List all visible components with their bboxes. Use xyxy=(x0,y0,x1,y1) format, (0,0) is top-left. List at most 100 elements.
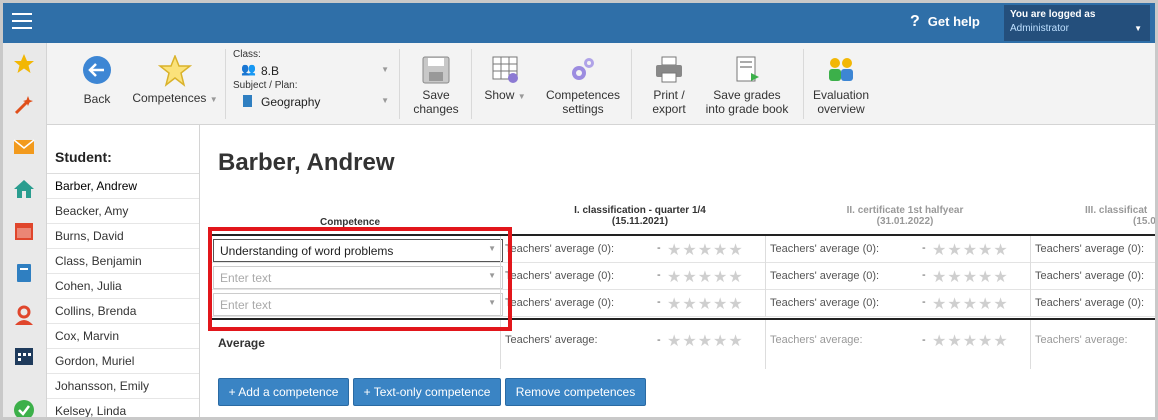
save-grades-button[interactable]: Save grades into grade book xyxy=(701,55,793,116)
grid-icon xyxy=(492,56,518,83)
teacher-average-label: Teachers' average (0): xyxy=(770,297,880,309)
competences-button[interactable]: Competences ▼ xyxy=(131,53,219,107)
star-outline-icon xyxy=(157,53,193,87)
mail-icon[interactable] xyxy=(13,136,35,158)
evaluation-label-1: Evaluation xyxy=(812,88,870,102)
print-label-1: Print / xyxy=(653,88,685,102)
subject-label: Subject / Plan: xyxy=(233,80,298,91)
col2-header-line1: II. certificate 1st halfyear xyxy=(846,205,964,216)
grade-dash: - xyxy=(657,242,661,254)
grade-cell[interactable]: Teachers' average (0): xyxy=(1030,236,1155,263)
col1-header-line1: I. classification - quarter 1/4 xyxy=(574,205,706,216)
print-label-2: export xyxy=(652,102,686,116)
grade-cell[interactable]: Teachers' average (0): xyxy=(1030,263,1155,290)
col3-header: III. classificat (15.0 xyxy=(1085,205,1155,227)
student-list-item[interactable]: Barber, Andrew xyxy=(47,174,199,199)
save-label-2: changes xyxy=(413,102,459,116)
gears-icon xyxy=(572,58,594,80)
star-rating[interactable]: ★★★★★ xyxy=(932,240,1009,260)
calendar-icon[interactable] xyxy=(13,220,35,242)
student-panel: Student: Barber, Andrew Beacker, Amy Burns… xyxy=(47,125,200,417)
back-button[interactable]: Back xyxy=(76,55,118,106)
show-button[interactable]: Show ▼ xyxy=(479,55,531,104)
grade-dash: - xyxy=(657,269,661,281)
student-list-item[interactable]: Collins, Brenda xyxy=(47,299,199,324)
student-list-item[interactable]: Gordon, Muriel xyxy=(47,349,199,374)
magic-wand-icon[interactable] xyxy=(13,94,35,116)
star-rating[interactable]: ★★★★★ xyxy=(667,267,744,287)
teacher-average-label: Teachers' average (0): xyxy=(770,270,880,282)
save-icon xyxy=(422,56,450,84)
competences-settings-button[interactable]: Competences settings xyxy=(543,55,623,116)
chevron-down-icon: ▼ xyxy=(209,95,218,104)
person-icon[interactable] xyxy=(13,304,35,326)
evaluation-overview-button[interactable]: Evaluation overview xyxy=(809,55,873,116)
home-icon[interactable] xyxy=(13,178,35,200)
average-stars: ★★★★★ xyxy=(932,333,1009,350)
get-help-link[interactable]: ? Get help xyxy=(910,13,980,31)
print-export-button[interactable]: Print / export xyxy=(641,55,697,116)
star-rating[interactable]: ★★★★★ xyxy=(667,294,744,314)
class-select[interactable]: 👥 8.B ▼ xyxy=(233,61,393,79)
back-arrow-icon xyxy=(83,56,111,84)
grade-cell[interactable]: Teachers' average (0): - ★★★★★ xyxy=(765,236,1030,263)
class-icon: 👥 xyxy=(241,62,256,76)
printer-icon xyxy=(656,56,682,83)
chevron-down-icon: ▼ xyxy=(381,96,389,105)
grade-cell[interactable]: Teachers' average (0): - ★★★★★ xyxy=(500,290,765,317)
timetable-icon[interactable] xyxy=(13,345,35,367)
col2-header: II. certificate 1st halfyear (31.01.2022) xyxy=(775,205,1035,227)
teacher-average-label: Teachers' average (0): xyxy=(770,243,880,255)
get-help-label: Get help xyxy=(927,14,980,29)
grade-dash: - xyxy=(922,296,926,308)
menu-icon[interactable] xyxy=(12,13,32,29)
student-list: Barber, Andrew Beacker, Amy Burns, David Cl… xyxy=(47,174,199,417)
book-icon xyxy=(243,95,252,107)
col2-header-line2: (31.01.2022) xyxy=(876,216,934,227)
star-icon[interactable] xyxy=(13,53,35,75)
average-teacher-label: Teachers' average: xyxy=(1035,334,1128,346)
student-list-item[interactable]: Beacker, Amy xyxy=(47,199,199,224)
grade-cell[interactable]: Teachers' average (0): - ★★★★★ xyxy=(500,263,765,290)
student-list-item[interactable]: Johansson, Emily xyxy=(47,374,199,399)
chevron-down-icon: ▼ xyxy=(1134,24,1142,33)
teacher-average-label: Teachers' average (0): xyxy=(1035,243,1145,255)
teacher-average-label: Teachers' average (0): xyxy=(505,297,615,309)
save-changes-button[interactable]: Save changes xyxy=(407,55,465,116)
student-list-item[interactable]: Burns, David xyxy=(47,224,199,249)
average-teacher-label: Teachers' average: xyxy=(770,334,863,346)
grade-cell[interactable]: Teachers' average (0): xyxy=(1030,290,1155,317)
average-cell: Teachers' average: xyxy=(1030,320,1155,369)
subject-select[interactable]: Geography ▼ xyxy=(233,92,393,110)
class-selector-group: Class: 👥 8.B ▼ Subject / Plan: Geography… xyxy=(233,49,393,110)
check-icon[interactable] xyxy=(13,399,35,420)
star-rating[interactable]: ★★★★★ xyxy=(932,267,1009,287)
star-rating[interactable]: ★★★★★ xyxy=(932,294,1009,314)
teacher-average-label: Teachers' average (0): xyxy=(1035,297,1145,309)
class-label: Class: xyxy=(233,49,261,60)
student-list-item[interactable]: Cohen, Julia xyxy=(47,274,199,299)
student-list-item[interactable]: Class, Benjamin xyxy=(47,249,199,274)
text-only-competence-button[interactable]: + Text-only competence xyxy=(353,378,501,406)
toolbar: Back Competences ▼ Class: 👥 8.B ▼ Subjec… xyxy=(47,43,1155,125)
book-icon[interactable] xyxy=(13,262,35,284)
grade-cell[interactable]: Teachers' average (0): - ★★★★★ xyxy=(765,290,1030,317)
student-header: Student: xyxy=(47,125,199,174)
save-grades-label-1: Save grades xyxy=(713,88,781,102)
chevron-down-icon: ▼ xyxy=(381,65,389,74)
remove-competences-button[interactable]: Remove competences xyxy=(505,378,646,406)
grade-dash: - xyxy=(657,296,661,308)
user-menu[interactable]: You are logged as Administrator ▼ xyxy=(1004,5,1150,41)
star-rating[interactable]: ★★★★★ xyxy=(667,240,744,260)
users-icon xyxy=(829,58,853,81)
col3-header-line1: III. classificat xyxy=(1085,205,1148,216)
grade-cell[interactable]: Teachers' average (0): - ★★★★★ xyxy=(765,263,1030,290)
student-list-item[interactable]: Cox, Marvin xyxy=(47,324,199,349)
competences-settings-label-1: Competences xyxy=(545,88,621,102)
student-list-item[interactable]: Kelsey, Linda xyxy=(47,399,199,417)
add-competence-button[interactable]: + Add a competence xyxy=(218,378,349,406)
teacher-average-label: Teachers' average (0): xyxy=(505,243,615,255)
col1-header-line2: (15.11.2021) xyxy=(611,216,669,227)
grade-cell[interactable]: Teachers' average (0): - ★★★★★ xyxy=(500,236,765,263)
grade-dash: - xyxy=(922,242,926,254)
